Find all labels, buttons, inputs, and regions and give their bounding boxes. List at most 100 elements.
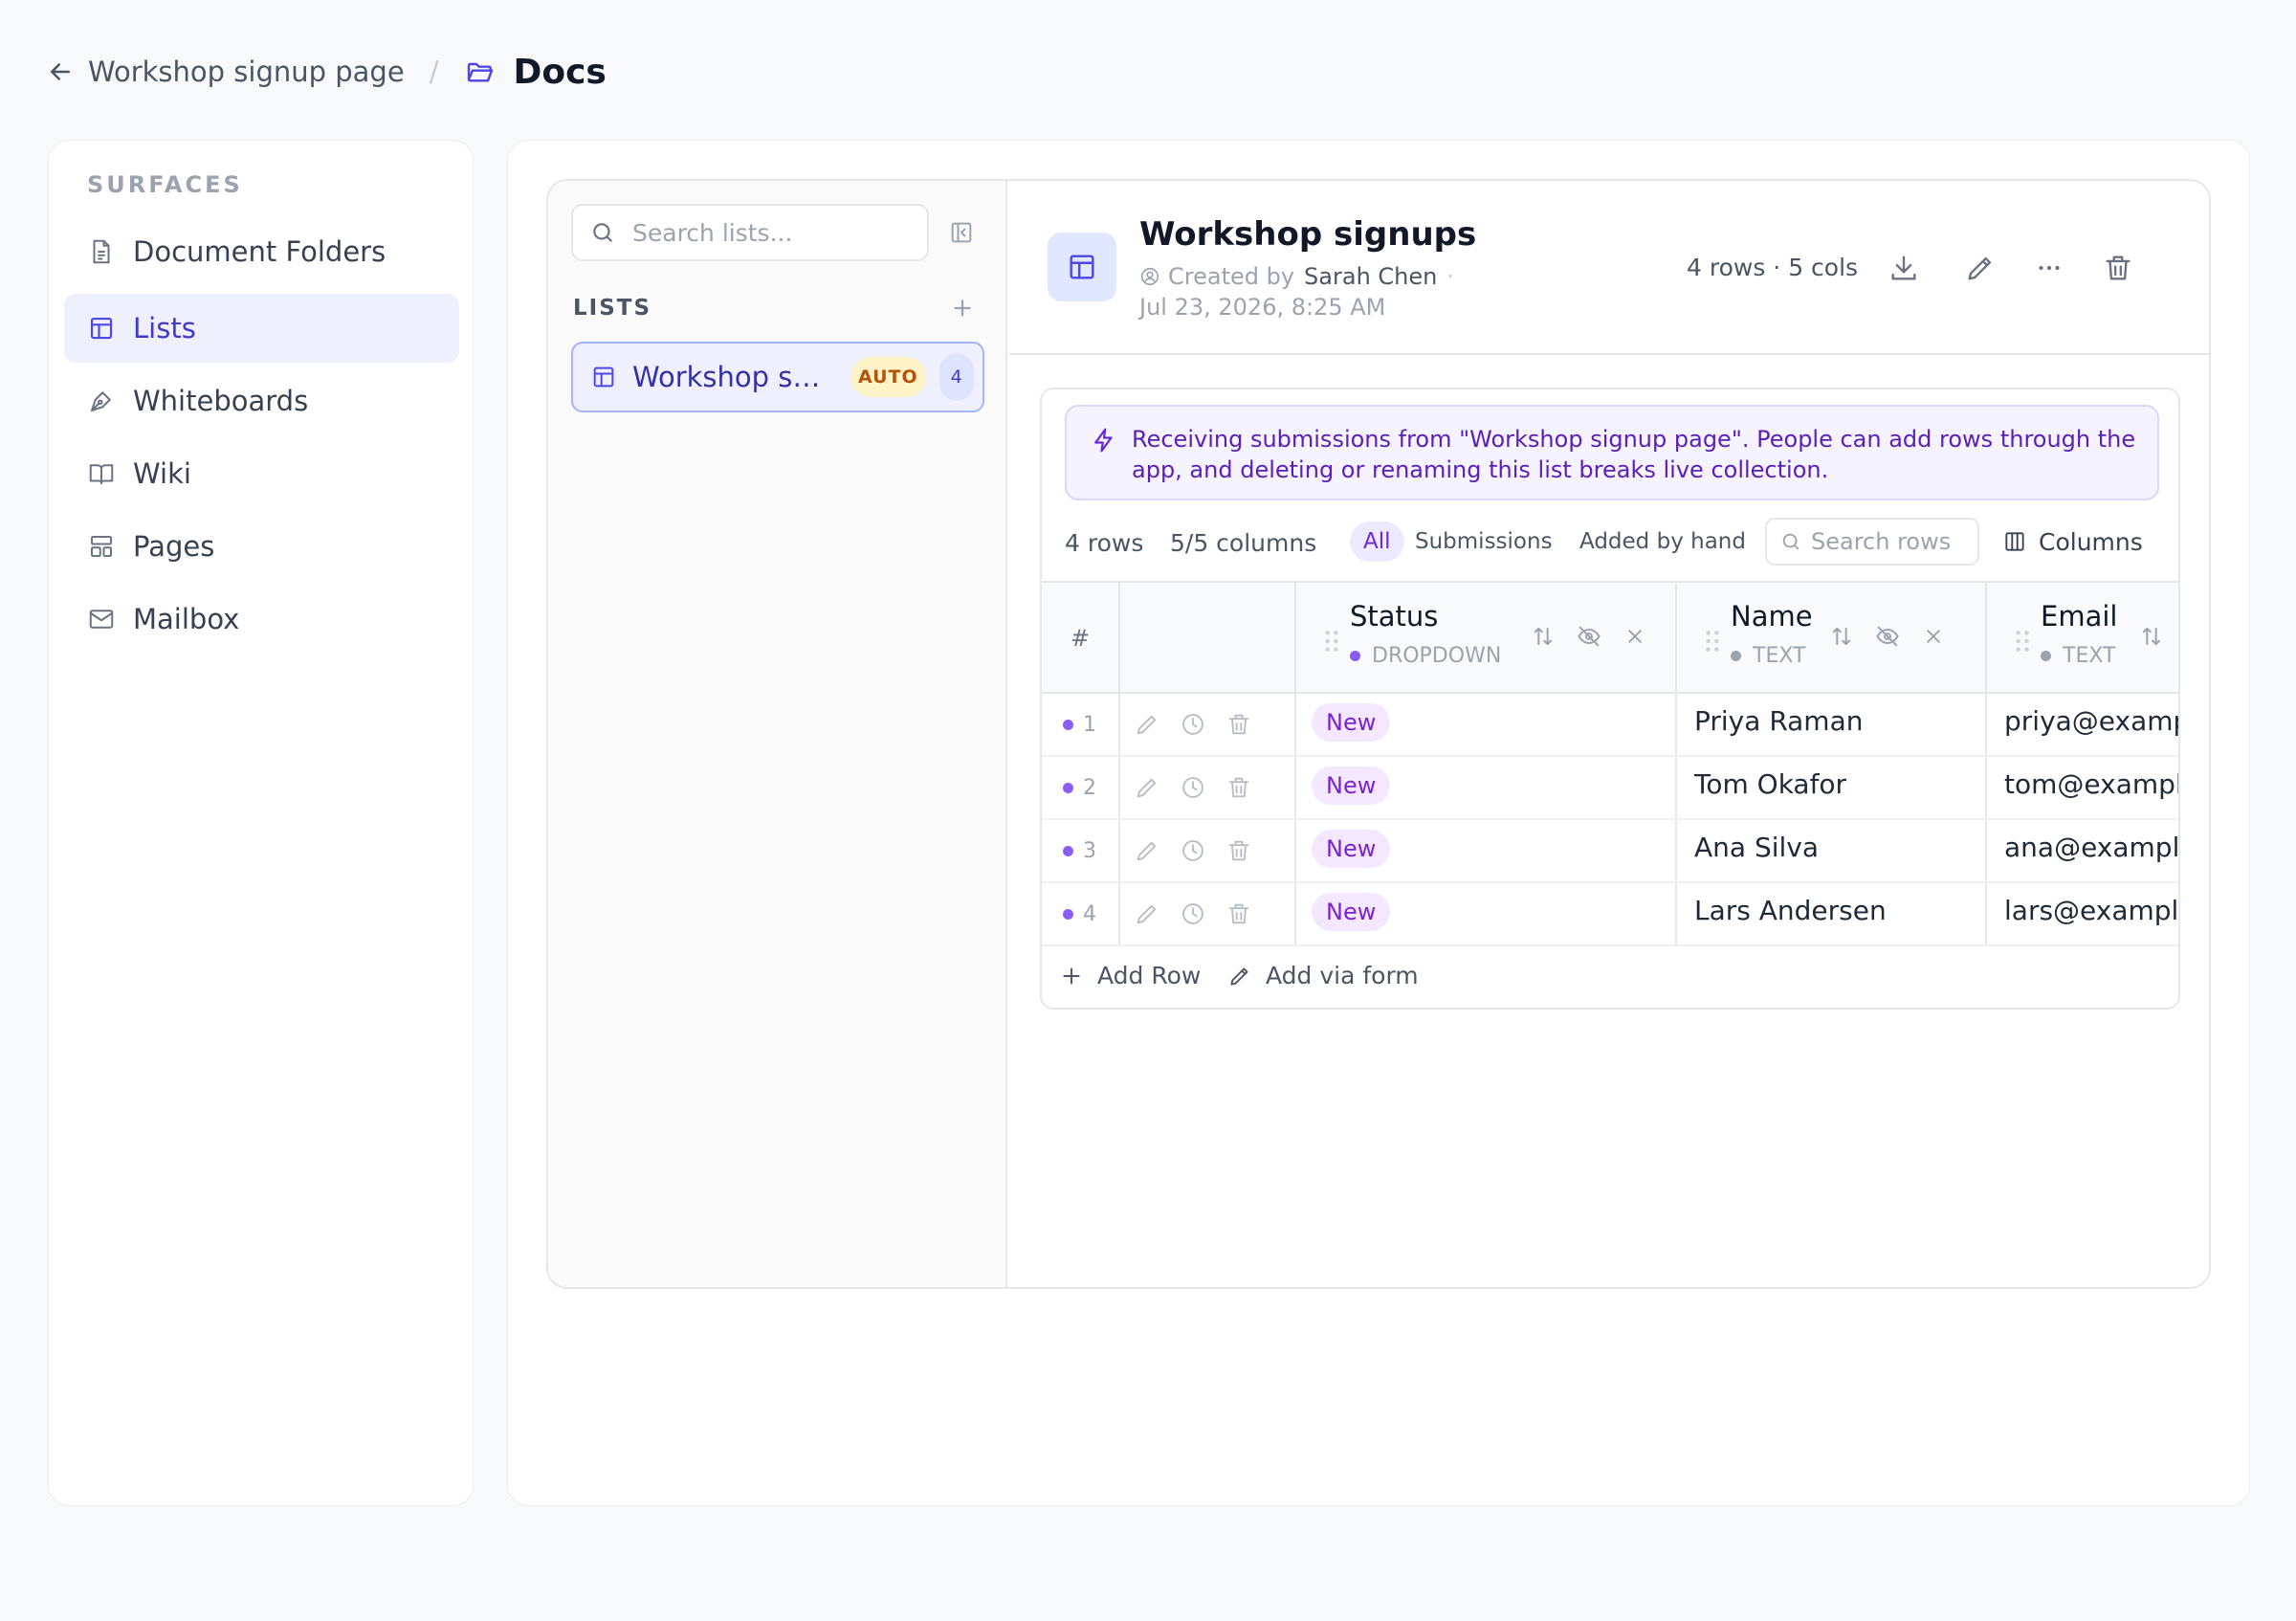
history-icon[interactable] — [1180, 711, 1206, 738]
columns-button[interactable]: Columns — [2002, 522, 2143, 562]
page-title: Docs — [513, 52, 607, 92]
hide-column-icon[interactable] — [1576, 623, 1602, 650]
name-cell[interactable]: Lars Andersen — [1694, 895, 1887, 926]
sidebar-item-wiki[interactable]: Wiki — [64, 439, 459, 508]
sidebar-item-lists[interactable]: Lists — [64, 294, 459, 363]
column-header-email[interactable]: Email TEXT — [1985, 583, 2178, 694]
edit-row-icon[interactable] — [1134, 711, 1160, 738]
table-row[interactable]: 2 New Tom Okafor tom@example.com — [1042, 757, 2178, 820]
column-header-name[interactable]: Name TEXT — [1675, 583, 1985, 694]
created-by-label: Created by — [1168, 263, 1295, 290]
banner-text: Receiving submissions from "Workshop sig… — [1132, 426, 2136, 483]
email-cell[interactable]: priya@example.com — [2004, 705, 2178, 737]
sort-icon[interactable] — [1530, 623, 1556, 650]
status-chip[interactable]: New — [1312, 766, 1391, 805]
add-list-icon[interactable] — [948, 294, 977, 322]
delete-row-icon[interactable] — [1225, 900, 1252, 927]
delete-row-icon[interactable] — [1225, 774, 1252, 801]
add-row-button[interactable]: Add Row — [1059, 962, 1201, 989]
user-circle-icon — [1139, 266, 1160, 287]
column-name: Name — [1731, 600, 1813, 633]
sort-icon[interactable] — [2138, 623, 2165, 650]
sidebar-item-label: Wiki — [133, 457, 191, 490]
status-chip[interactable]: New — [1312, 830, 1391, 868]
main-panel: LISTS Workshop signups AUTO 4 — [507, 140, 2250, 1506]
type-dot — [2041, 651, 2051, 661]
column-name: Status — [1350, 600, 1439, 633]
email-cell[interactable]: lars@example.com — [2004, 895, 2178, 926]
lists-search-box[interactable] — [571, 204, 929, 261]
column-type: TEXT — [2041, 644, 2115, 668]
list-item-workshop-signups[interactable]: Workshop signups AUTO 4 — [571, 342, 984, 412]
lightning-icon — [1090, 426, 1118, 455]
status-chip[interactable]: New — [1312, 703, 1391, 742]
column-name: Email — [2041, 600, 2118, 633]
book-icon — [87, 459, 116, 488]
table-toolbar: 4 rows · 5/5 columns All Submissions Add… — [1065, 518, 2175, 566]
name-cell[interactable]: Ana Silva — [1694, 832, 1819, 863]
filter-all[interactable]: All — [1350, 522, 1404, 562]
list-title: Workshop signups — [1139, 215, 1477, 254]
sidebar-item-label: Whiteboards — [133, 385, 309, 417]
submission-dot — [1063, 846, 1073, 856]
list-avatar — [1048, 233, 1116, 301]
submission-dot — [1063, 783, 1073, 793]
edit-row-icon[interactable] — [1134, 837, 1160, 864]
history-icon[interactable] — [1180, 774, 1206, 801]
edit-icon[interactable] — [1964, 252, 1997, 284]
column-count: 5/5 columns — [1170, 529, 1317, 557]
table-row[interactable]: 1 New Priya Raman priya@example.com — [1042, 694, 2178, 757]
row-search-box[interactable] — [1765, 518, 1979, 566]
sidebar-item-pages[interactable]: Pages — [64, 512, 459, 581]
sidebar-item-label: Mailbox — [133, 603, 240, 635]
document-icon — [87, 237, 116, 266]
back-arrow-icon[interactable] — [46, 57, 75, 86]
row-index: 1 — [1063, 713, 1096, 737]
remove-column-icon[interactable] — [1920, 623, 1947, 650]
sidebar-item-document-folders[interactable]: Document Folders — [64, 217, 459, 286]
collapse-sidebar-icon[interactable] — [948, 219, 975, 246]
sidebar-item-mailbox[interactable]: Mailbox — [64, 585, 459, 654]
row-search-input[interactable] — [1811, 528, 1964, 555]
table-row[interactable]: 3 New Ana Silva ana@example.com — [1042, 820, 2178, 883]
trash-icon[interactable] — [2102, 252, 2134, 284]
row-count: 4 rows — [1065, 529, 1144, 557]
sort-icon[interactable] — [1828, 623, 1855, 650]
row-index: 3 — [1063, 839, 1096, 863]
row-index: 2 — [1063, 776, 1096, 800]
row-index-label: 1 — [1083, 713, 1096, 737]
more-icon[interactable] — [2033, 252, 2065, 284]
history-icon[interactable] — [1180, 900, 1206, 927]
lists-search-input[interactable] — [632, 218, 910, 247]
filter-submissions[interactable]: Submissions — [1402, 522, 1566, 562]
row-index: 4 — [1063, 902, 1096, 926]
table-row[interactable]: 4 New Lars Andersen lars@example.com — [1042, 883, 2178, 946]
name-cell[interactable]: Priya Raman — [1694, 705, 1864, 737]
breadcrumb-parent-link[interactable]: Workshop signup page — [88, 56, 405, 88]
name-cell[interactable]: Tom Okafor — [1694, 768, 1846, 800]
auto-badge: AUTO — [850, 357, 926, 397]
column-header-status[interactable]: Status DROPDOWN — [1294, 583, 1675, 694]
edit-row-icon[interactable] — [1134, 774, 1160, 801]
delete-row-icon[interactable] — [1225, 711, 1252, 738]
live-collection-banner: Receiving submissions from "Workshop sig… — [1065, 405, 2159, 500]
status-chip[interactable]: New — [1312, 893, 1391, 931]
delete-row-icon[interactable] — [1225, 837, 1252, 864]
drag-handle-icon[interactable] — [2014, 629, 2031, 654]
history-icon[interactable] — [1180, 837, 1206, 864]
download-icon[interactable] — [1888, 252, 1920, 284]
email-cell[interactable]: ana@example.com — [2004, 832, 2178, 863]
list-header: Workshop signups Created by Sarah Chen ·… — [1009, 181, 2209, 355]
author-name: Sarah Chen — [1304, 263, 1438, 290]
drag-handle-icon[interactable] — [1704, 629, 1721, 654]
hide-column-icon[interactable] — [1874, 623, 1901, 650]
email-cell[interactable]: tom@example.com — [2004, 768, 2178, 800]
edit-row-icon[interactable] — [1134, 900, 1160, 927]
row-index-label: 2 — [1083, 776, 1096, 800]
filter-added-by-hand[interactable]: Added by hand — [1566, 522, 1759, 562]
drag-handle-icon[interactable] — [1323, 629, 1340, 654]
remove-column-icon[interactable] — [1622, 623, 1648, 650]
add-via-form-button[interactable]: Add via form — [1227, 962, 1419, 989]
row-index-label: 4 — [1083, 902, 1096, 926]
sidebar-item-whiteboards[interactable]: Whiteboards — [64, 366, 459, 435]
